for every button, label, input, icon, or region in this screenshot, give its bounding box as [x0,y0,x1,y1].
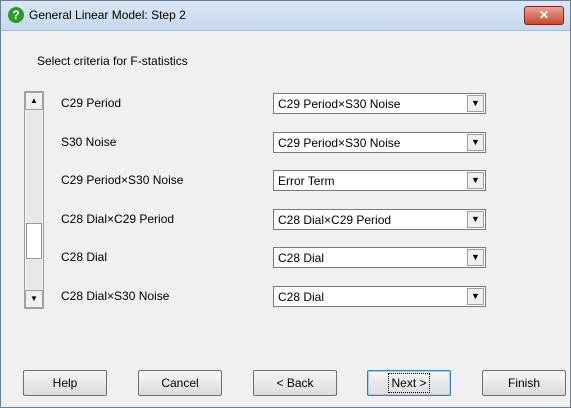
chevron-down-icon[interactable]: ▼ [467,287,484,305]
window-title: General Linear Model: Step 2 [29,8,186,22]
chevron-down-icon[interactable]: ▼ [467,95,484,112]
factor-label: C28 Dial×C29 Period [61,211,175,226]
factor-label: C28 Dial [61,250,108,264]
help-button[interactable]: Help [23,370,107,396]
next-button[interactable]: Next > [367,370,451,396]
question-icon: ? [8,7,24,23]
dropdown-value: C28 Dial [278,289,325,304]
cancel-button[interactable]: Cancel [138,370,222,396]
dropdown-value: C29 Period×S30 Noise [278,97,401,111]
vertical-scrollbar[interactable]: ▲ ▼ [24,91,44,309]
criteria-dropdown[interactable]: C28 Dial×C29 Period ▼ [273,208,486,230]
back-button[interactable]: < Back [253,370,337,396]
criteria-dropdown[interactable]: C28 Dial ▼ [273,285,486,307]
chevron-down-icon[interactable]: ▼ [467,210,484,228]
chevron-down-icon[interactable]: ▼ [467,172,484,189]
chevron-down-icon[interactable]: ▼ [467,249,484,266]
criteria-dropdown[interactable]: C28 Dial ▼ [273,247,486,268]
finish-button[interactable]: Finish [482,370,566,396]
scroll-thumb[interactable] [26,223,42,259]
scroll-track[interactable] [26,110,42,291]
chevron-down-icon[interactable]: ▼ [467,133,484,151]
dropdown-value: C28 Dial×C29 Period [278,212,392,227]
dropdown-value: C29 Period×S30 Noise [278,135,401,150]
dropdown-value: C28 Dial [278,251,325,265]
close-button[interactable]: ✕ [524,6,564,25]
dropdown-value: Error Term [278,174,335,188]
factor-label: C29 Period×S30 Noise [61,173,184,187]
title-bar: ? General Linear Model: Step 2 ✕ [1,1,570,31]
criteria-dropdown[interactable]: Error Term ▼ [273,170,486,191]
scroll-down-arrow-icon[interactable]: ▼ [25,290,43,308]
scroll-up-arrow-icon[interactable]: ▲ [25,92,43,110]
factor-label: S30 Noise [61,134,117,149]
factor-label: C28 Dial×S30 Noise [61,288,170,303]
instruction-text: Select criteria for F-statistics [37,54,188,68]
criteria-dropdown[interactable]: C29 Period×S30 Noise ▼ [273,93,486,114]
criteria-dropdown[interactable]: C29 Period×S30 Noise ▼ [273,131,486,153]
dialog-window: ? General Linear Model: Step 2 ✕ Select … [0,0,571,408]
factor-label: C29 Period [61,96,122,110]
